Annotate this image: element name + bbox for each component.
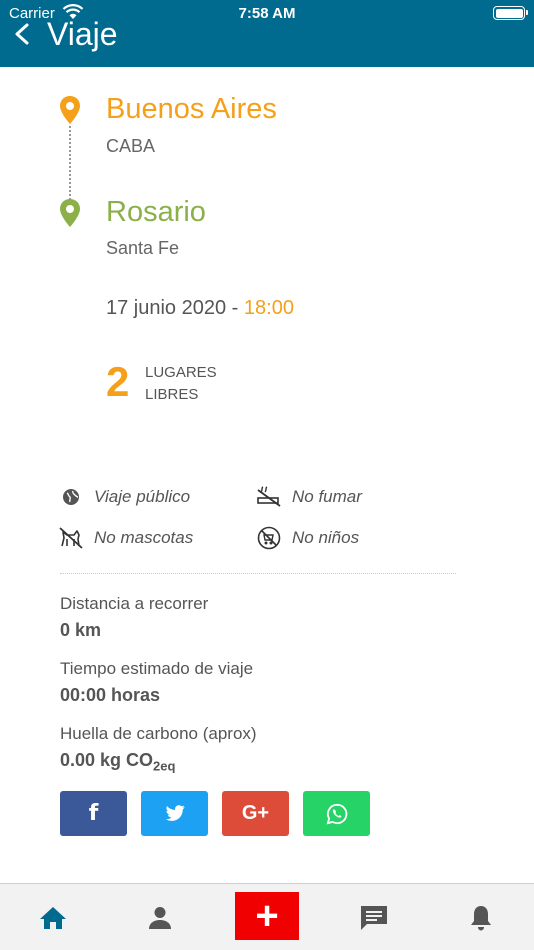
battery-icon [493,6,528,20]
destination-pin-icon [60,199,80,227]
feature-no-smoking: No fumar [256,484,362,510]
twitter-share-button[interactable] [141,791,208,836]
header: Carrier 7:58 AM Viaje [0,0,534,67]
destination-province: Santa Fe [106,238,180,258]
trip-time: 18:00 [243,297,294,319]
plus-icon: + [255,894,279,938]
trip-date: 17 junio 2020 - [106,297,244,319]
distance-value: 0 km [60,620,102,640]
no-pets-icon [58,525,84,551]
divider [60,573,456,574]
tab-home[interactable] [18,884,88,950]
feature-no-pets: No mascotas [58,525,193,551]
no-smoking-icon [256,484,282,510]
destination-city: Rosario [106,196,206,228]
facebook-icon: f [88,801,99,826]
twitter-icon [165,804,185,821]
tab-bar: + [0,883,534,950]
distance-label: Distancia a recorrer [60,594,209,613]
person-icon [149,906,171,929]
feature-no-children: No niños [256,525,359,551]
route-line [69,126,71,200]
back-icon[interactable] [12,22,34,46]
no-children-icon [256,525,282,551]
globe-icon [58,484,84,510]
chat-icon [361,905,387,930]
gplus-icon: G+ [241,802,270,824]
bell-icon [471,905,491,930]
origin-pin-icon [60,96,80,124]
page-title: Viaje [47,16,118,52]
time-label: Tiempo estimado de viaje [60,659,254,678]
carbon-label: Huella de carbono (aprox) [60,724,257,743]
origin-province: CABA [106,136,156,156]
tab-messages[interactable] [339,884,409,950]
facebook-share-button[interactable]: f [60,791,127,836]
tab-notifications[interactable] [446,884,516,950]
trip-datetime: 17 junio 2020 - 18:00 [106,297,294,320]
home-icon [40,906,66,929]
origin-city: Buenos Aires [106,93,277,125]
feature-public: Viaje público [58,484,190,510]
gplus-share-button[interactable]: G+ [222,791,289,836]
seats-label: LUGARES LIBRES [145,364,217,403]
time-value: 00:00 horas [60,685,161,705]
tab-profile[interactable] [125,884,195,950]
whatsapp-share-button[interactable] [303,791,370,836]
whatsapp-icon [326,803,347,824]
carbon-value: 0.00 kg CO2eq [60,750,176,774]
add-trip-button[interactable]: + [235,892,299,940]
seats-count: 2 [106,358,130,405]
